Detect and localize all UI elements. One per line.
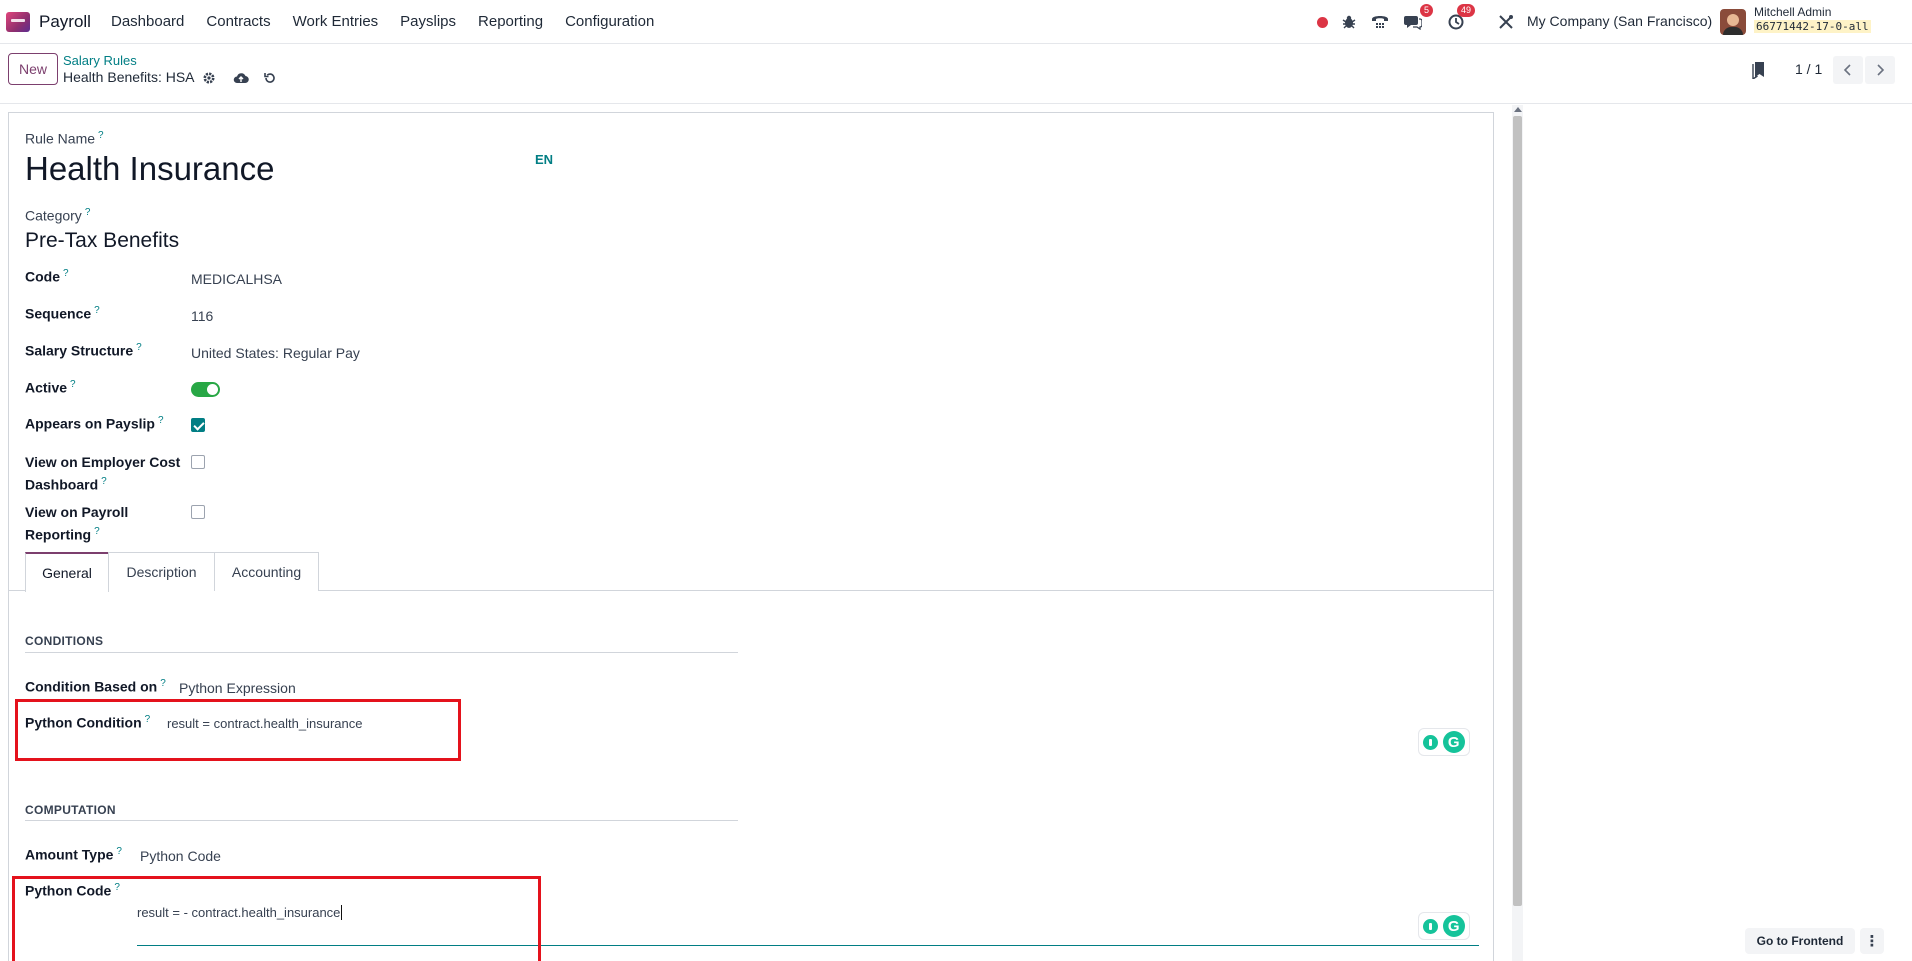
menu-payslips[interactable]: Payslips [400,13,456,30]
category-label: Category? [25,207,91,224]
database-name: 66771442-17-0-all [1754,20,1871,33]
grammarly-logo-icon[interactable]: G [1442,915,1465,937]
phone-icon[interactable] [1370,10,1390,34]
code-field[interactable]: MEDICALHSA [191,271,282,287]
menu-configuration[interactable]: Configuration [565,13,654,30]
recording-dot-icon[interactable] [1316,10,1328,34]
computation-section-title: COMPUTATION [25,803,116,817]
control-panel: New Salary Rules Health Benefits: HSA 1 … [0,44,1912,104]
amount-type-field[interactable]: Python Code [140,848,221,864]
amount-type-label: Amount Type? [25,846,122,863]
tab-accounting[interactable]: Accounting [214,552,319,591]
top-navbar: Payroll Dashboard Contracts Work Entries… [0,0,1912,44]
pager-next-button[interactable] [1865,56,1895,84]
rule-name-label: Rule Name? [25,130,104,147]
discard-undo-icon[interactable] [262,70,278,86]
bug-icon[interactable] [1340,10,1358,34]
company-switcher[interactable]: My Company (San Francisco) [1527,13,1712,29]
category-field[interactable]: Pre-Tax Benefits [25,229,179,253]
pager-value[interactable]: 1 / 1 [1795,61,1822,77]
tab-general[interactable]: General [25,552,109,592]
condition-based-on-field[interactable]: Python Expression [179,680,296,696]
active-label: Active? [25,379,76,396]
menu-work-entries[interactable]: Work Entries [293,13,379,30]
code-label: Code? [25,268,69,285]
scrollbar-thumb[interactable] [1513,116,1522,906]
pager-previous-button[interactable] [1833,56,1863,84]
form-sheet [8,112,1494,961]
grammarly-widget[interactable]: G [1418,728,1470,756]
grammarly-bulb-icon[interactable] [1423,918,1439,934]
cloud-save-icon[interactable] [233,70,249,86]
user-name[interactable]: Mitchell Admin [1754,5,1831,19]
more-options-icon[interactable]: ⋮ [1860,928,1884,954]
language-button[interactable]: EN [535,152,553,167]
go-to-frontend-button[interactable]: Go to Frontend [1745,928,1855,954]
payroll-app-icon[interactable] [6,12,30,32]
conditions-divider [25,652,738,653]
payroll-reporting-checkbox[interactable] [191,505,205,519]
menu-reporting[interactable]: Reporting [478,13,543,30]
grammarly-widget-code[interactable]: G [1418,912,1470,940]
active-toggle[interactable] [191,382,220,397]
appears-on-payslip-checkbox[interactable] [191,418,205,432]
messages-icon[interactable]: 5 [1403,4,1433,34]
activities-clock-icon[interactable]: 49 [1447,4,1475,34]
main-menu: Dashboard Contracts Work Entries Payslip… [111,13,676,30]
sequence-field[interactable]: 116 [191,308,213,324]
debug-tools-icon[interactable] [1497,10,1515,34]
grammarly-bulb-icon[interactable] [1423,734,1439,750]
employer-cost-dashboard-label: View on Employer Cost Dashboard? [25,454,181,493]
grammarly-logo-icon[interactable]: G [1442,731,1465,753]
gear-icon[interactable] [201,70,217,86]
rule-name-field[interactable]: Health Insurance [25,150,274,188]
salary-structure-field[interactable]: United States: Regular Pay [191,345,360,361]
new-button[interactable]: New [8,53,58,85]
highlight-python-condition [15,699,461,761]
conditions-section-title: CONDITIONS [25,634,104,648]
breadcrumb-salary-rules[interactable]: Salary Rules [63,53,137,68]
condition-based-on-label: Condition Based on? [25,678,166,695]
menu-contracts[interactable]: Contracts [206,13,270,30]
bookmark-icon[interactable] [1750,61,1768,79]
computation-divider [25,820,738,821]
payroll-reporting-label: View on Payroll Reporting? [25,504,129,543]
app-name[interactable]: Payroll [39,12,91,32]
sequence-label: Sequence? [25,305,100,322]
menu-dashboard[interactable]: Dashboard [111,13,184,30]
record-title: Health Benefits: HSA [63,69,195,85]
tab-description[interactable]: Description [108,552,215,591]
appears-on-payslip-label: Appears on Payslip? [25,415,164,432]
user-avatar[interactable] [1720,9,1746,35]
messages-badge: 5 [1419,4,1433,17]
scroll-up-arrow-icon[interactable] [1514,107,1522,112]
activities-badge: 49 [1456,4,1475,17]
employer-cost-dashboard-checkbox[interactable] [191,455,205,469]
salary-structure-label: Salary Structure? [25,342,142,359]
highlight-python-code [12,876,541,961]
